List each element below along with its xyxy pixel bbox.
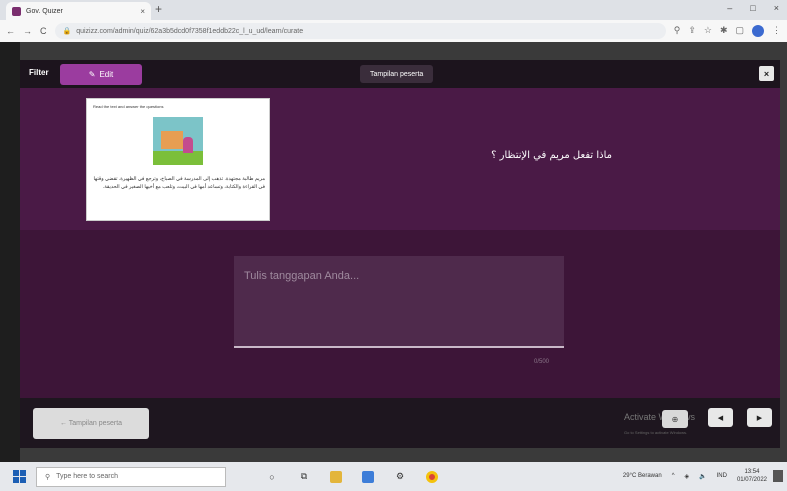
participant-preview-badge: Tampilan peserta (360, 65, 434, 83)
answer-textarea[interactable]: Tulis tanggapan Anda... (234, 256, 564, 348)
browser-tab-bar: Gov. Quizer × + – □ × (0, 0, 787, 20)
browser-extension-icons: ⚲ ⇪ ☆ ✱ ▢ ⋮ (674, 25, 781, 37)
store-icon[interactable] (362, 470, 374, 483)
windows-taskbar: ⚲ Type here to search ○ ⧉ ⚙ 29°C Berawan… (0, 462, 787, 491)
previous-question-button[interactable]: ◀ (708, 408, 733, 427)
address-bar[interactable]: 🔒 quizizz.com/admin/quiz/62a3b5dcd0f7358… (54, 23, 666, 39)
language-indicator[interactable]: IND (717, 473, 727, 479)
tab-title: Gov. Quizer (26, 7, 63, 15)
reload-icon[interactable]: C (40, 26, 47, 36)
close-window-button[interactable]: × (774, 3, 779, 13)
page-left-strip (0, 42, 20, 462)
char-counter: 0/500 (534, 359, 550, 365)
filter-label[interactable]: Filter (29, 68, 49, 77)
task-view-icon[interactable]: ⧉ (298, 471, 310, 483)
question-preview-modal: Filter ✎ Edit Tampilan peserta × Read th… (20, 60, 780, 448)
edit-icon: ✎ (88, 70, 96, 79)
close-modal-button[interactable]: × (759, 66, 774, 81)
minimize-button[interactable]: – (727, 3, 732, 13)
question-text: ماذا تفعل مريم في الإنتظار ؟ (491, 150, 612, 161)
zoom-icon[interactable]: ⚲ (674, 25, 681, 37)
weather-widget[interactable]: 29°C Berawan (623, 473, 662, 479)
modal-header: Filter ✎ Edit Tampilan peserta × (20, 60, 780, 88)
sidebar-icon[interactable]: ▢ (735, 25, 744, 37)
file-explorer-icon[interactable] (330, 470, 342, 483)
question-card-title: Read the text and answer the questions (93, 104, 164, 109)
notification-center-icon[interactable] (773, 470, 783, 482)
forward-icon[interactable]: → (23, 26, 32, 36)
illustration-grass (153, 151, 203, 165)
zoom-button[interactable]: ⊕ (662, 410, 688, 428)
participant-view-button[interactable]: ← Tampilan peserta (33, 408, 149, 439)
question-image-card: Read the text and answer the questions م… (86, 98, 270, 221)
volume-icon[interactable]: 🔈 (699, 473, 706, 480)
clock-date: 01/07/2022 (736, 477, 767, 483)
share-icon[interactable]: ⇪ (688, 25, 696, 37)
cortana-icon[interactable]: ○ (266, 471, 278, 483)
maximize-button[interactable]: □ (750, 3, 755, 13)
question-area: Read the text and answer the questions م… (20, 88, 780, 230)
tray-chevron-icon[interactable]: ^ (672, 473, 675, 479)
modal-footer: ← Tampilan peserta Activate Windows Go t… (20, 398, 780, 448)
chrome-icon[interactable] (426, 470, 438, 483)
profile-avatar-icon[interactable] (752, 25, 764, 37)
answer-area: Tulis tanggapan Anda... 0/500 (20, 230, 780, 398)
back-icon[interactable]: ← (6, 26, 15, 36)
window-controls: – □ × (727, 3, 779, 13)
taskbar-clock[interactable]: 13:54 01/07/2022 (737, 468, 767, 484)
browser-toolbar: ← → C 🔒 quizizz.com/admin/quiz/62a3b5dcd… (0, 20, 787, 42)
taskbar-apps: ○ ⧉ ⚙ (266, 470, 438, 483)
illustration-figure (183, 137, 193, 153)
tab-close-icon[interactable]: × (140, 7, 145, 16)
network-icon[interactable]: ◈ (685, 473, 690, 480)
settings-gear-icon[interactable]: ⚙ (394, 471, 406, 483)
next-question-button[interactable]: ▶ (747, 408, 772, 427)
extensions-icon[interactable]: ✱ (720, 25, 728, 37)
question-card-passage: مريم طالبة مجتهدة. تذهب إلى المدرسة في ا… (93, 176, 265, 190)
lock-icon: 🔒 (62, 28, 72, 35)
windows-start-icon[interactable] (10, 468, 28, 486)
illustration-house (161, 131, 183, 149)
activate-windows-subtext: Go to Settings to activate Windows. (624, 430, 688, 435)
taskbar-search[interactable]: ⚲ Type here to search (36, 466, 226, 487)
new-tab-button[interactable]: + (155, 2, 162, 16)
site-favicon-icon (12, 6, 21, 16)
search-icon: ⚲ (45, 473, 51, 481)
menu-icon[interactable]: ⋮ (772, 25, 781, 37)
clock-time: 13:54 (744, 469, 760, 475)
url-text: quizizz.com/admin/quiz/62a3b5dcd0f7358f1… (76, 27, 304, 35)
system-tray: 29°C Berawan ^ ◈ 🔈 IND 13:54 01/07/2022 (623, 468, 767, 484)
bookmark-star-icon[interactable]: ☆ (704, 25, 712, 37)
browser-tab[interactable]: Gov. Quizer × (6, 2, 151, 20)
question-illustration (153, 117, 203, 165)
edit-tab-label: Edit (99, 70, 114, 79)
edit-tab[interactable]: ✎ Edit (60, 64, 142, 85)
taskbar-search-placeholder: Type here to search (56, 473, 119, 480)
